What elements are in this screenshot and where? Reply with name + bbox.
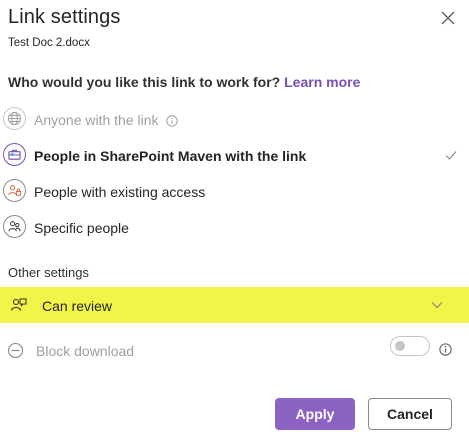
learn-more-link[interactable]: Learn more (284, 74, 360, 90)
scope-question-text: Who would you like this link to work for… (8, 74, 281, 90)
option-anyone-with-link[interactable]: Anyone with the link (0, 101, 469, 137)
link-settings-dialog: Link settings Test Doc 2.docx Who would … (0, 0, 469, 438)
toggle-knob (395, 341, 405, 351)
close-icon (441, 11, 455, 25)
briefcase-icon (3, 143, 26, 166)
info-icon[interactable] (439, 343, 452, 356)
block-download-row: Block download (0, 333, 469, 369)
option-label: Anyone with the link (34, 112, 179, 128)
review-icon (10, 298, 27, 311)
scope-question: Who would you like this link to work for… (8, 74, 360, 90)
option-existing-access[interactable]: People with existing access (0, 173, 469, 209)
globe-icon (3, 107, 26, 130)
apply-button[interactable]: Apply (275, 398, 355, 430)
check-icon (445, 151, 457, 160)
permission-dropdown[interactable]: Can review (0, 287, 469, 323)
block-download-toggle[interactable] (390, 336, 430, 356)
close-button[interactable] (436, 6, 460, 30)
option-label: Specific people (34, 220, 129, 236)
option-label-text: Anyone with the link (34, 112, 159, 128)
option-people-in-org[interactable]: People in SharePoint Maven with the link (0, 137, 469, 173)
info-icon (166, 115, 179, 127)
option-label: People with existing access (34, 184, 206, 200)
cancel-button[interactable]: Cancel (368, 398, 452, 430)
other-settings-heading: Other settings (8, 265, 89, 280)
option-label: People in SharePoint Maven with the link (34, 148, 307, 164)
chevron-down-icon (431, 302, 443, 309)
people-lock-icon (3, 179, 26, 202)
block-download-label: Block download (36, 343, 135, 359)
dialog-title: Link settings (8, 6, 121, 28)
file-name: Test Doc 2.docx (8, 37, 90, 49)
permission-label: Can review (42, 298, 113, 314)
people-icon (3, 215, 26, 238)
block-icon (7, 342, 24, 359)
option-specific-people[interactable]: Specific people (0, 209, 469, 245)
